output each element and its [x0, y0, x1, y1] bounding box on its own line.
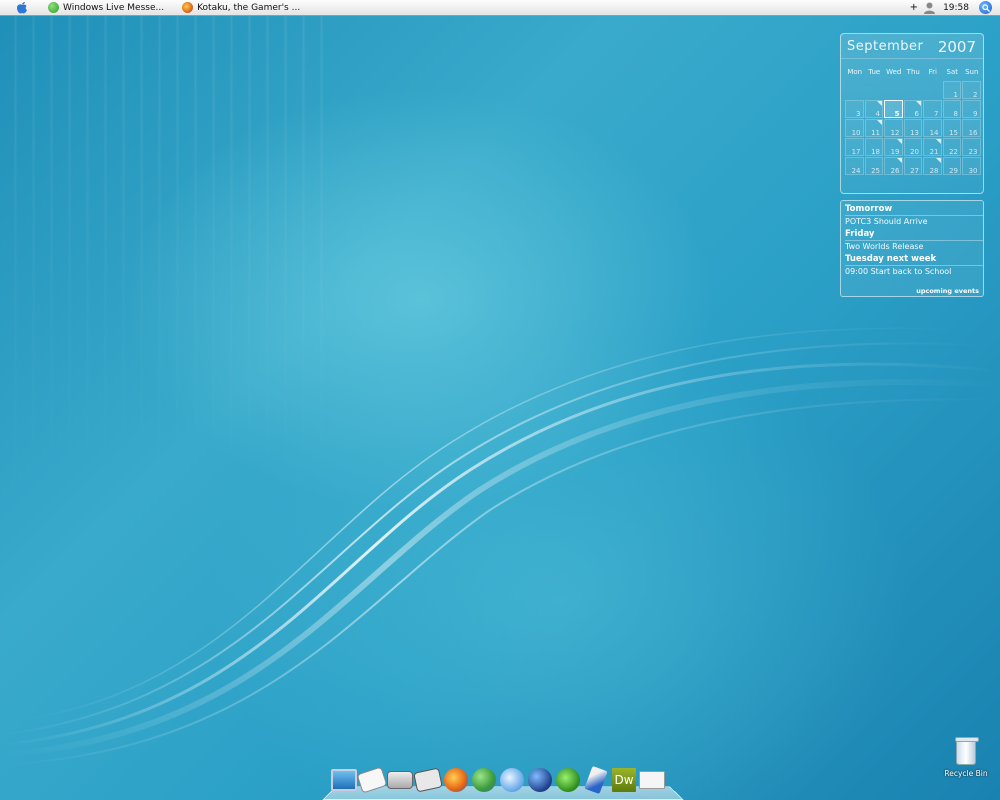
- calendar-day[interactable]: 8: [942, 100, 961, 118]
- event-item: Tuesday next week 09:00 Start back to Sc…: [845, 254, 983, 276]
- calendar-day[interactable]: 4: [864, 100, 883, 118]
- calendar-blank-cell: [884, 81, 904, 100]
- calendar-weekday: Fri: [928, 68, 937, 76]
- menu-bar: Windows Live Messe... Kotaku, the Gamer'…: [0, 0, 1000, 16]
- recycle-bin-label: Recycle Bin: [944, 769, 988, 778]
- calendar-blank-cell: [904, 81, 924, 100]
- dreamweaver-icon[interactable]: Dw: [611, 766, 637, 794]
- mail-icon[interactable]: [639, 766, 665, 794]
- calendar-weekday: Thu: [906, 68, 920, 76]
- calendar-blank-cell: [845, 81, 865, 100]
- calendar-day[interactable]: 10: [845, 119, 864, 137]
- firefox-icon[interactable]: [443, 766, 469, 794]
- calendar-day[interactable]: 29: [942, 157, 961, 175]
- event-when: Tuesday next week: [845, 254, 983, 266]
- feather-icon[interactable]: [583, 765, 609, 795]
- calendar-widget[interactable]: September 2007 Mon Tue Wed Thu Fri Sat Sun 123…: [840, 33, 984, 194]
- calendar-day[interactable]: 28: [923, 157, 942, 175]
- calendar-day[interactable]: 7: [923, 100, 942, 118]
- calendar-weekday: Mon: [847, 68, 863, 76]
- event-item: Tomorrow POTC3 Should Arrive: [845, 204, 983, 226]
- calendar-day[interactable]: 19: [884, 138, 903, 156]
- calendar-day[interactable]: 11: [864, 119, 883, 137]
- calendar-day[interactable]: 27: [903, 157, 922, 175]
- event-item: Friday Two Worlds Release: [845, 229, 983, 251]
- calendar-blank-cell: [923, 81, 943, 100]
- recycle-bin[interactable]: Recycle Bin: [944, 737, 988, 778]
- dock: Dw: [322, 765, 684, 800]
- calendar-header: September 2007: [841, 34, 983, 59]
- calendar-day[interactable]: 5: [884, 100, 903, 118]
- tools-icon[interactable]: [413, 766, 443, 794]
- calendar-day[interactable]: 3: [845, 100, 864, 118]
- event-title: POTC3 Should Arrive: [845, 217, 928, 226]
- events-widget[interactable]: Tomorrow POTC3 Should Arrive Friday Two …: [840, 200, 984, 297]
- calendar-blank-cell: [865, 81, 885, 100]
- calendar-weekdays: Mon Tue Wed Thu Fri Sat Sun: [845, 68, 983, 76]
- taskbar-item-firefox[interactable]: Kotaku, the Gamer's ...: [182, 0, 300, 16]
- calendar-day[interactable]: 2: [962, 81, 981, 99]
- calendar-weekday: Wed: [886, 68, 902, 76]
- calendar-month: September: [847, 39, 924, 54]
- firefox-icon: [182, 2, 194, 13]
- calendar-weekday: Tue: [868, 68, 881, 76]
- calendar-day[interactable]: 21: [923, 138, 942, 156]
- calendar-day[interactable]: 1: [942, 81, 961, 99]
- calendar-day[interactable]: 30: [962, 157, 981, 175]
- calendar-day[interactable]: 15: [942, 119, 961, 137]
- itunes-icon[interactable]: [499, 766, 525, 794]
- taskbar-item-label: Windows Live Messe...: [63, 2, 165, 13]
- event-when: Tomorrow: [845, 204, 983, 216]
- messenger-icon[interactable]: [471, 766, 497, 794]
- calendar-day[interactable]: 6: [903, 100, 922, 118]
- event-title: 09:00 Start back to School: [845, 267, 952, 276]
- tray-plus-button[interactable]: +: [910, 2, 918, 13]
- recycle-bin-icon: [955, 737, 979, 765]
- calendar-day[interactable]: 26: [884, 157, 903, 175]
- apple-icon[interactable]: [15, 1, 29, 15]
- calendar-day[interactable]: 22: [942, 138, 961, 156]
- calendar-day[interactable]: 18: [864, 138, 883, 156]
- calendar-day[interactable]: 13: [903, 119, 922, 137]
- calendar-day[interactable]: 23: [962, 138, 981, 156]
- calendar-day[interactable]: 25: [864, 157, 883, 175]
- calendar-day[interactable]: 24: [845, 157, 864, 175]
- calendar-day[interactable]: 12: [884, 119, 903, 137]
- event-when: Friday: [845, 229, 983, 241]
- calendar-day[interactable]: 17: [845, 138, 864, 156]
- clock[interactable]: 19:58: [943, 3, 969, 13]
- calendar-day[interactable]: 9: [962, 100, 981, 118]
- calendar-day[interactable]: 16: [962, 119, 981, 137]
- printer-icon[interactable]: [387, 766, 413, 794]
- calendar-grid: 1 2 3 4 5 6 7 8 9 10 11 12 13 14 15 16 17 18 19 20 21 22 23 24 2…: [845, 81, 983, 176]
- event-title: Two Worlds Release: [845, 242, 924, 251]
- calendar-day[interactable]: 20: [903, 138, 922, 156]
- search-icon[interactable]: [979, 1, 992, 14]
- calendar-day[interactable]: 14: [923, 119, 942, 137]
- dreamweaver-label: Dw: [612, 768, 636, 792]
- document-icon[interactable]: [356, 766, 388, 794]
- taskbar-item-messenger[interactable]: Windows Live Messe...: [48, 0, 164, 16]
- calendar-weekday: Sun: [965, 68, 979, 76]
- calendar-year: 2007: [937, 38, 976, 56]
- messenger-icon: [48, 2, 59, 13]
- system-tray: + 19:58: [910, 0, 1000, 16]
- user-icon[interactable]: [924, 2, 936, 14]
- globe-icon[interactable]: [527, 766, 553, 794]
- utorrent-icon[interactable]: [555, 766, 581, 794]
- calendar-weekday: Sat: [946, 68, 958, 76]
- upcoming-events-link[interactable]: upcoming events: [916, 287, 979, 295]
- taskbar-item-label: Kotaku, the Gamer's ...: [197, 2, 301, 13]
- monitor-icon[interactable]: [331, 766, 357, 794]
